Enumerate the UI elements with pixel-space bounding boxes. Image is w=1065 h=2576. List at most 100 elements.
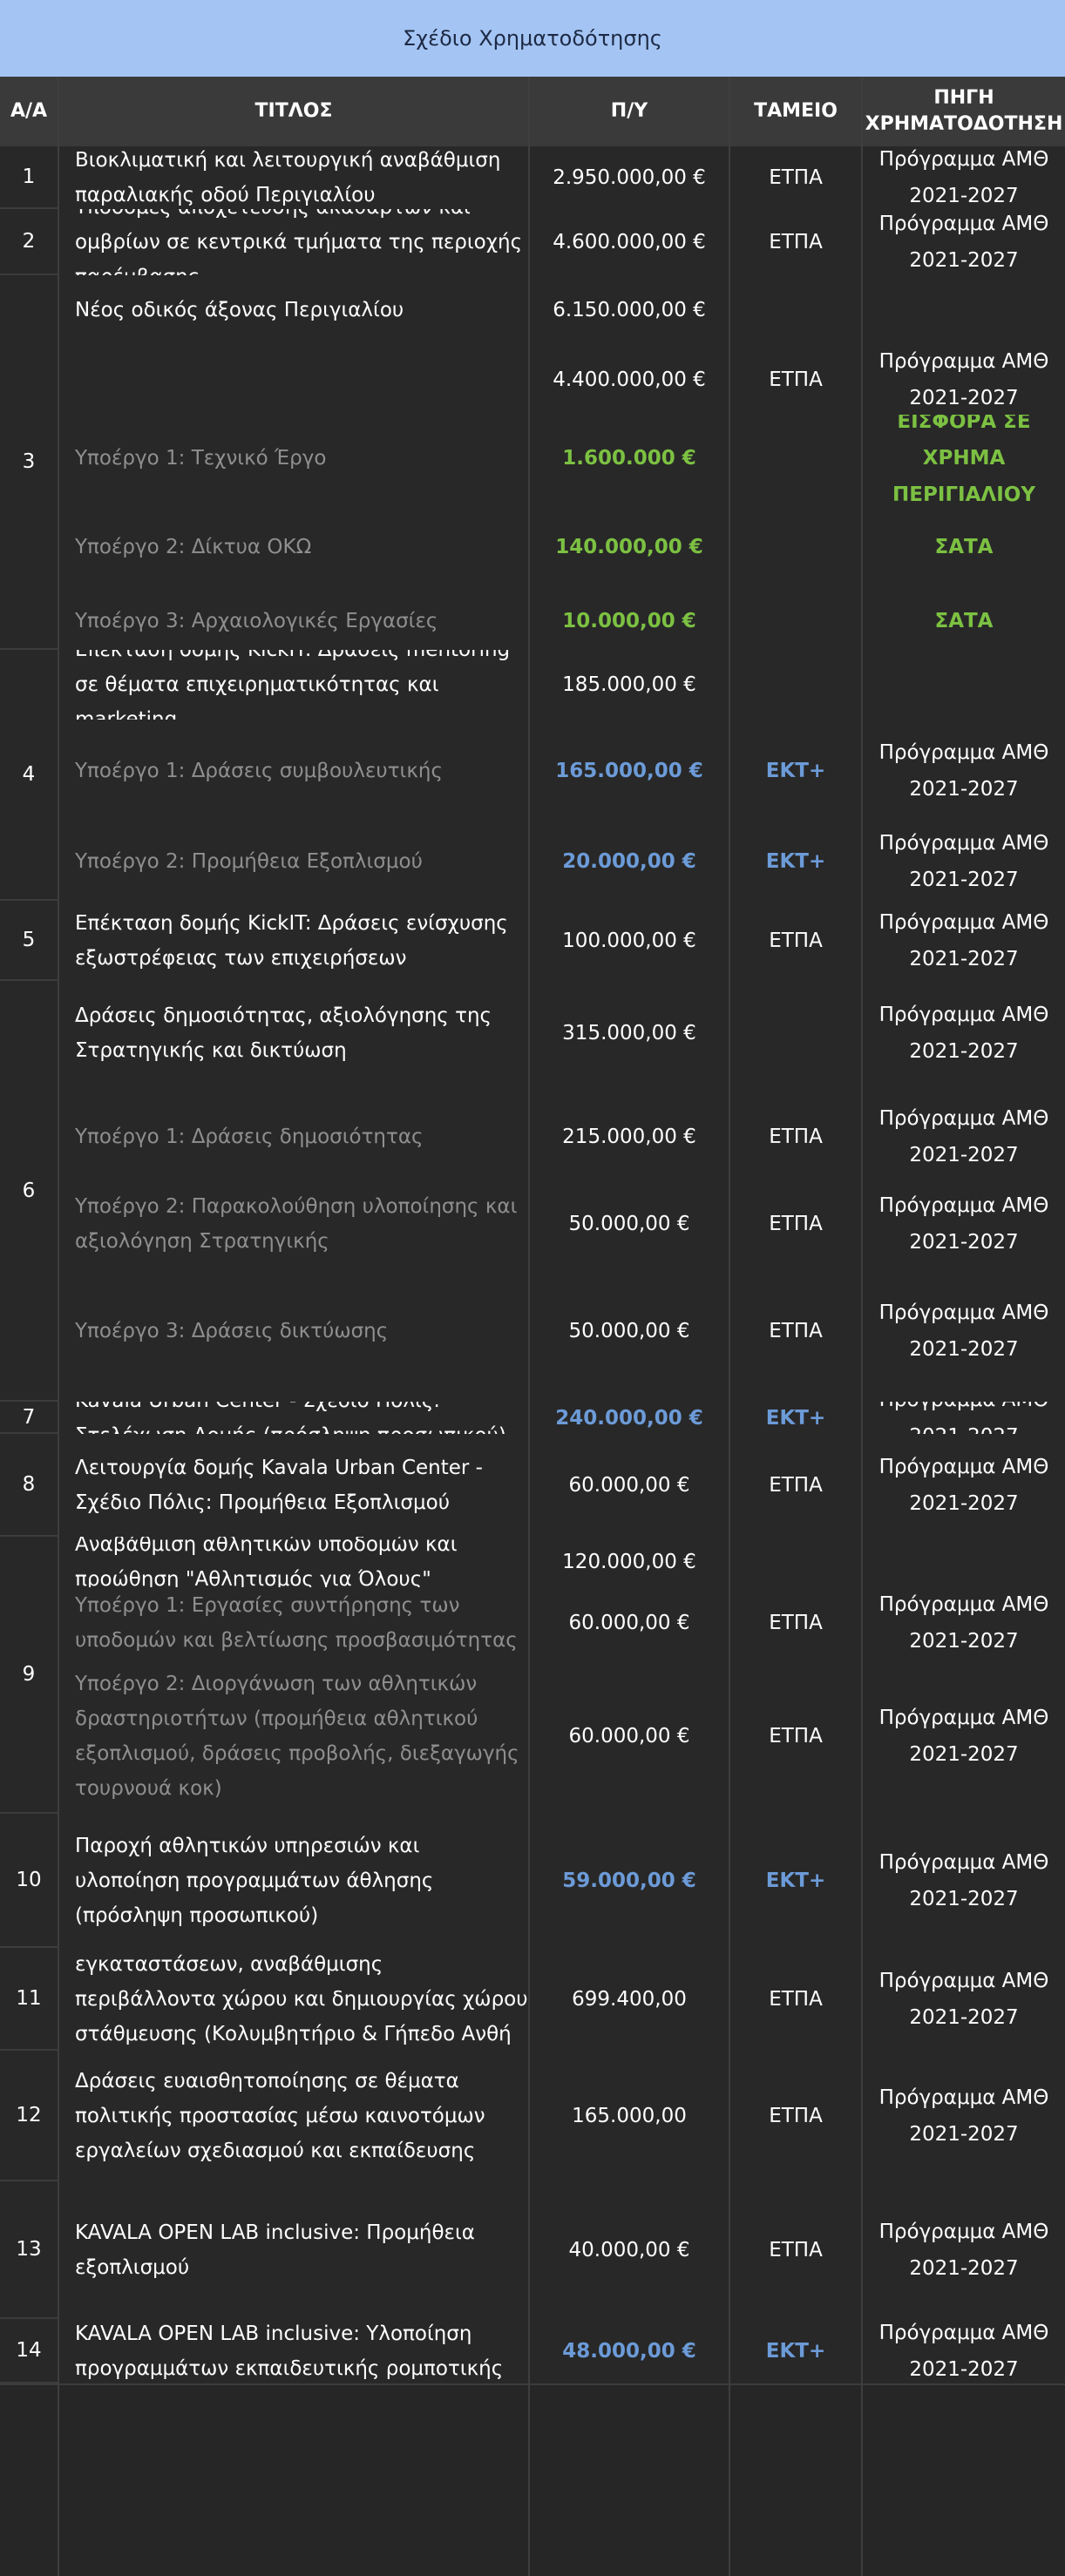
row-amount: 165.000,00 € — [555, 760, 703, 782]
row-funding-source: Πρόγραμμα ΑΜΘ2021-2027 — [878, 1851, 1049, 1910]
row-amount: 59.000,00 € — [562, 1869, 696, 1892]
row-number: 10 — [0, 1814, 58, 1948]
row-title: Υποδομές αποχέτευσης ακαθάρτων και ομβρί… — [75, 209, 523, 275]
row-title: Υποέργο 2: Παρακολούθηση υλοποίησης και … — [75, 1194, 518, 1253]
row-amount: 6.150.000,00 € — [553, 299, 706, 321]
row-amount: 60.000,00 € — [568, 1474, 690, 1497]
column-divider — [58, 77, 59, 2576]
table-row: Νέος οδικός άξονας Περιγιαλίου 6.150.000,… — [0, 275, 1065, 347]
row-number: 8 — [0, 1434, 58, 1537]
row-amount: 2.950.000,00 € — [553, 166, 706, 189]
column-header-title: ΤΙΤΛΟΣ — [254, 100, 333, 122]
row-funding-source: ΣΑΤΑ — [934, 536, 994, 558]
row-title: Βιοκλιματική και λειτουργική αναβάθμιση … — [75, 149, 501, 206]
row-title: Δράσεις δημοσιότητας, αξιολόγησης της Στ… — [75, 1004, 492, 1062]
column-divider — [729, 77, 730, 2576]
row-fund: ΕΤΠΑ — [769, 2239, 823, 2262]
table-row: Υποέργο 2: Δίκτυα ΟΚΩ 140.000,00 € ΣΑΤΑ — [0, 502, 1065, 594]
column-header-fund: ΤΑΜΕΙΟ — [754, 100, 838, 122]
row-fund: ΕΚΤ+ — [765, 850, 826, 873]
table-row: Παροχή αθλητικών υπηρεσιών και υλοποίηση… — [0, 1814, 1065, 1950]
row-funding-source: Πρόγραμμα ΑΜΘ2021-2027 — [878, 1970, 1049, 2029]
table-row: Υποδομές αποχέτευσης ακαθάρτων και ομβρί… — [0, 209, 1065, 277]
table-row: Δράσεις δημοσιότητας, αξιολόγησης της Στ… — [0, 981, 1065, 1087]
row-fund: ΕΤΠΑ — [769, 166, 823, 189]
row-title: Δράσεις ευαισθητοποίησης σε θέματα πολιτ… — [75, 2070, 485, 2162]
row-amount: 100.000,00 € — [562, 930, 696, 952]
row-funding-source: Πρόγραμμα ΑΜΘ2021-2027 — [878, 1456, 1049, 1515]
row-amount: 48.000,00 € — [562, 2340, 696, 2363]
table-row: Υποέργο 1: Δράσεις δημοσιότητας 215.000,0… — [0, 1085, 1065, 1189]
row-title: Kavala Urban Center - Σχέδιο Πόλις: Στελ… — [75, 1402, 528, 1434]
row-number: 3 — [0, 275, 58, 650]
row-fund: ΕΤΠΑ — [769, 2105, 823, 2127]
table-row: Υποέργο 2: Διοργάνωση των αθλητικών δρασ… — [0, 1659, 1065, 1815]
row-fund: ΕΚΤ+ — [765, 1869, 826, 1892]
row-number: 4 — [0, 650, 58, 901]
row-title: Επέκταση δομής KickIT: Δράσεις mentoring… — [75, 650, 511, 720]
row-fund: ΕΤΠΑ — [769, 1125, 823, 1148]
row-fund — [730, 415, 861, 502]
row-amount: 315.000,00 € — [562, 1022, 696, 1045]
row-funding-source: Πρόγραμμα ΑΜΘ2021-2027 — [878, 2221, 1049, 2280]
table-row: Υποέργο 3: Δράσεις δικτύωσης 50.000,00 € Ε… — [0, 1260, 1065, 1403]
table-row: Μελέτη ενοποίησης αθλητικών εγκαταστάσεω… — [0, 1948, 1065, 2052]
row-funding-source: Πρόγραμμα ΑΜΘ2021-2027 — [878, 1004, 1049, 1063]
table-row: KAVALA OPEN LAB inclusive: Προμήθεια εξο… — [0, 2181, 1065, 2321]
row-funding-source: Πρόγραμμα ΑΜΘ2021-2027 — [878, 911, 1049, 970]
row-amount: 40.000,00 € — [568, 2239, 690, 2262]
row-amount: 1.600.000 € — [562, 447, 696, 470]
row-fund — [730, 275, 861, 345]
row-fund: ΕΤΠΑ — [769, 1319, 823, 1342]
row-funding-source: Πρόγραμμα ΑΜΘ2021-2027 — [878, 213, 1049, 272]
row-fund: ΕΤΠΑ — [769, 1725, 823, 1748]
table-row: KAVALA OPEN LAB inclusive: Υλοποίηση προ… — [0, 2319, 1065, 2385]
row-amount: 165.000,00 — [572, 2105, 687, 2127]
row-title — [75, 345, 528, 415]
row-fund — [730, 502, 861, 592]
row-fund: ΕΤΠΑ — [769, 231, 823, 254]
table-row: Kavala Urban Center - Σχέδιο Πόλις: Στελ… — [0, 1402, 1065, 1436]
row-fund: ΕΤΠΑ — [769, 1988, 823, 2011]
row-funding-source: Πρόγραμμα ΑΜΘ2021-2027 — [878, 1301, 1049, 1361]
row-number: 2 — [0, 209, 58, 275]
table-row: Λειτουργία δομής Kavala Urban Center - Σ… — [0, 1434, 1065, 1538]
funding-plan-page: Σχέδιο Χρηματοδότησης Α/Α ΤΙΤΛΟΣ Π/Υ ΤΑΜ… — [0, 0, 1065, 2576]
row-title: Επέκταση δομής KickIT: Δράσεις ενίσχυσης… — [75, 912, 508, 970]
row-funding-source: Πρόγραμμα ΑΜΘ2021-2027 — [878, 1193, 1049, 1254]
row-title: Υποέργο 2: Διοργάνωση των αθλητικών δρασ… — [75, 1673, 519, 1800]
row-funding-source: Πρόγραμμα ΑΜΘ2021-2027 — [878, 148, 1049, 207]
row-amount: 20.000,00 € — [562, 850, 696, 873]
row-title: Υποέργο 2: Προμήθεια Εξοπλισμού — [75, 850, 423, 873]
table-row: Επέκταση δομής KickIT: Δράσεις mentoring… — [0, 650, 1065, 721]
row-title: Υποέργο 3: Δράσεις δικτύωσης — [75, 1319, 389, 1342]
row-title: Νέος οδικός άξονας Περιγιαλίου — [75, 299, 404, 321]
row-amount: 185.000,00 € — [562, 673, 696, 696]
row-fund — [730, 981, 861, 1085]
row-amount: 50.000,00 € — [568, 1212, 690, 1235]
row-title: Υποέργο 2: Δίκτυα ΟΚΩ — [75, 536, 312, 558]
column-header-amount: Π/Υ — [610, 100, 648, 122]
row-title: Υποέργο 1: Δράσεις συμβουλευτικής — [75, 760, 443, 782]
column-header-source-line1: ΠΗΓΗ — [933, 87, 994, 109]
row-funding-source — [863, 650, 1065, 720]
row-funding-source: Πρόγραμμα ΑΜΘ2021-2027 — [863, 1402, 1065, 1434]
row-funding-source: ΕΙΣΦΟΡΑ ΣΕ ΧΡΗΜΑ ΠΕΡΙΓΙΑΛΙΟΥ — [892, 415, 1035, 502]
row-funding-source — [863, 1537, 1065, 1587]
row-funding-source: Πρόγραμμα ΑΜΘ2021-2027 — [878, 2322, 1049, 2381]
column-divider — [861, 77, 863, 2576]
row-amount: 4.400.000,00 € — [553, 368, 706, 391]
row-fund: ΕΚΤ+ — [765, 760, 826, 782]
table-row: Υποέργο 2: Παρακολούθηση υλοποίησης και … — [0, 1187, 1065, 1261]
row-title: Υποέργο 1: Εργασίες συντήρησης των υποδο… — [75, 1594, 518, 1652]
row-funding-source: Πρόγραμμα ΑΜΘ2021-2027 — [878, 832, 1049, 891]
row-amount: 215.000,00 € — [562, 1125, 696, 1148]
table-row: Βιοκλιματική και λειτουργική αναβάθμιση … — [0, 146, 1065, 211]
row-fund: ΕΤΠΑ — [769, 1612, 823, 1634]
table-row: Υποέργο 1: Εργασίες συντήρησης των υποδο… — [0, 1587, 1065, 1660]
row-amount: 60.000,00 € — [568, 1612, 690, 1634]
row-amount: 50.000,00 € — [568, 1319, 690, 1342]
row-fund: ΕΤΠΑ — [769, 368, 823, 391]
row-amount: 60.000,00 € — [568, 1725, 690, 1748]
row-number: 11 — [0, 1948, 58, 2051]
